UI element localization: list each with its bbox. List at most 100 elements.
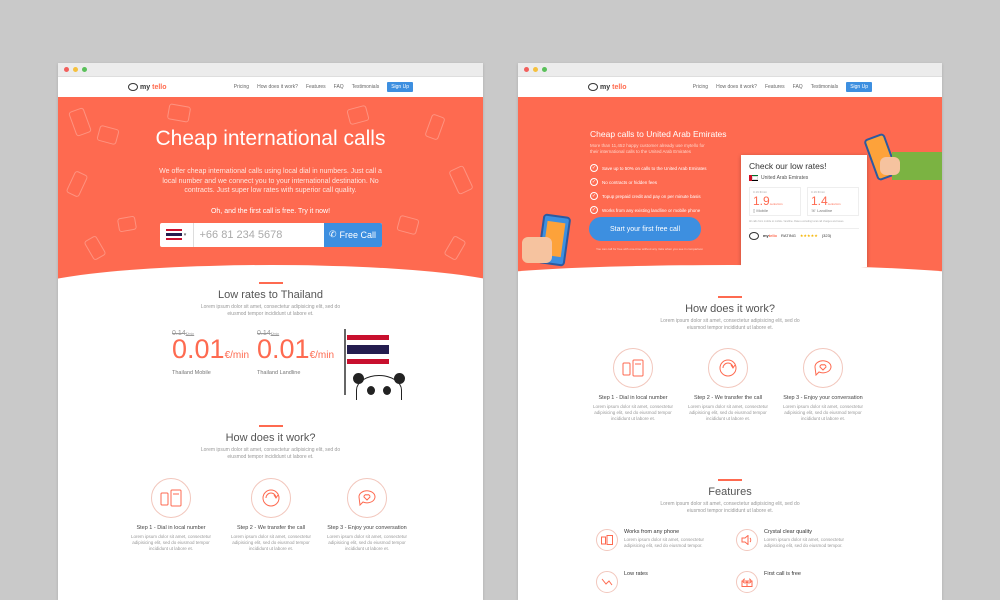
signup-button[interactable]: Sign Up [846,82,872,92]
nav-faq[interactable]: FAQ [793,84,803,90]
step-desc: Lorem ipsum dolor sit amet, consectetur … [230,534,312,551]
nav-testimonials[interactable]: Testimonials [352,84,380,90]
benefit-item: ✓ Works from any existing landline or mob… [590,206,701,214]
hero-section: Cheap international calls We offer cheap… [58,97,483,280]
section-accent-bar [258,282,283,284]
nav-pricing[interactable]: Pricing [693,84,708,90]
panda-logo-icon [128,83,138,91]
browser-chrome [58,63,483,77]
phone-number-input[interactable]: +66 81 234 5678 [194,223,324,247]
landing-page-window-uae: my tello Pricing How does it work? Featur… [518,63,942,600]
feature-title: First call is free [764,571,801,577]
transfer-globe-icon [708,348,748,388]
feature-title: Works from any phone [624,529,680,535]
hero-free-note: Oh, and the first call is free. Try it n… [210,207,331,215]
close-dot[interactable] [64,67,69,72]
step-desc: Lorem ipsum dolor sit amet, consectetur … [687,404,769,421]
logo-text-accent: tello [152,83,167,91]
features-section: Features Lorem ipsum dolor sit amet, con… [518,457,942,600]
features-title: Features [708,485,752,498]
rate-mobile: 0.14€/min 0.01€/min Thailand Mobile [172,330,249,376]
step-3: Step 3 - Enjoy your conversation Lorem i… [324,478,410,552]
chevron-down-icon: ▾ [183,231,187,238]
maximize-dot[interactable] [82,67,87,72]
phone-pattern-icon [396,214,420,236]
step-title: Step 2 - We transfer the call [693,395,763,401]
minimize-dot[interactable] [533,67,538,72]
top-nav: my tello Pricing How does it work? Featur… [58,77,483,97]
logo-text: my [140,83,151,91]
hero-wave-divider [518,265,942,272]
logo-text: my [600,83,611,91]
rate-label: Thailand Mobile [172,370,211,376]
rate-landline: 0.14€/min 0.01€/min Thailand Landline [257,330,334,376]
step-title: Step 3 - Enjoy your conversation [327,525,407,531]
benefits-list: ✓ Save up to 50% on calls to the United A… [590,161,707,217]
step-1: Step 1 - Dial in local number Lorem ipsu… [590,348,676,422]
nav-how-it-works[interactable]: How does it work? [257,84,298,90]
landing-page-window-thailand: my tello Pricing How does it work? Featur… [58,63,483,600]
transfer-globe-icon [251,478,291,518]
phone-pattern-icon [83,234,107,262]
rates-title: Low rates to Thailand [218,288,323,301]
feature-title: Crystal clear quality [764,529,812,535]
feature-title: Low rates [624,571,648,577]
rating-count: (323) [821,233,832,238]
dial-phones-icon [613,348,653,388]
step-2: Step 2 - We transfer the call Lorem ipsu… [685,348,771,422]
hero-subtitle: We offer cheap international calls using… [159,168,382,194]
start-free-call-button[interactable]: Start your first free call [589,217,701,241]
rating-label: RATING [781,233,796,238]
benefit-item: ✓ No contracts or hidden fees [590,178,658,186]
card-rate-mobile: 0.19 €/min 1.9cents/min ▯ Mobile [749,187,801,216]
logo[interactable]: my tello [588,83,627,91]
logo[interactable]: my tello [128,83,167,91]
signup-button[interactable]: Sign Up [387,82,413,92]
maximize-dot[interactable] [542,67,547,72]
step-desc: Lorem ipsum dolor sit amet, consectetur … [782,404,864,421]
check-icon: ✓ [590,164,598,172]
step-title: Step 2 - We transfer the call [236,525,306,531]
how-it-works-section: How does it work? Lorem ipsum dolor sit … [518,272,942,457]
hero-section: Cheap calls to United Arab Emirates More… [518,97,942,272]
section-accent-bar [718,479,742,481]
hero-title: Cheap calls to United Arab Emirates [590,129,727,139]
feature-first-call-free: First call is free [736,571,856,593]
check-icon: ✓ [590,192,598,200]
phone-pattern-icon [116,215,138,233]
feature-low-rates: Low rates [596,571,716,593]
gift-icon [736,571,758,593]
thailand-flag-illustration [344,329,389,395]
country-select[interactable]: ▾ [160,222,194,247]
nav-how-it-works[interactable]: How does it work? [716,84,757,90]
how-desc: Lorem ipsum dolor sit amet, consectetur … [660,317,800,331]
rates-section: Low rates to Thailand Lorem ipsum dolor … [58,280,483,405]
hand-icon [880,157,900,175]
rates-card-footer: mytello RATING ★★★★★ (323) [749,227,859,240]
rate-value: 0.01€/min [257,334,335,364]
hero-title: Cheap international calls [155,127,386,150]
uae-flag-icon [749,175,758,181]
step-2: Step 2 - We transfer the call Lorem ipsu… [228,478,314,552]
rates-icon [596,571,618,593]
nav-pricing[interactable]: Pricing [234,84,249,90]
logo-text-accent: tello [612,83,627,91]
benefit-item: ✓ Topup prepaid credit and pay on per min… [590,192,701,200]
free-call-button[interactable]: ✆ Free Call [323,222,382,247]
chat-heart-icon [803,348,843,388]
benefit-item: ✓ Save up to 50% on calls to the United A… [590,164,707,172]
dial-phones-icon [151,478,191,518]
minimize-dot[interactable] [73,67,78,72]
nav-features[interactable]: Features [765,84,785,90]
nav-faq[interactable]: FAQ [334,84,344,90]
nav-features[interactable]: Features [306,84,326,90]
section-accent-bar [718,296,742,298]
phone-icon: ✆ [328,229,337,239]
close-dot[interactable] [524,67,529,72]
nav-testimonials[interactable]: Testimonials [811,84,839,90]
step-desc: Lorem ipsum dolor sit amet, consectetur … [326,534,408,551]
how-title: How does it work? [225,431,316,444]
check-icon: ✓ [590,206,598,214]
rates-card: Check our low rates! United Arab Emirate… [741,155,867,267]
call-form: ▾ +66 81 234 5678 ✆ Free Call [159,222,382,247]
